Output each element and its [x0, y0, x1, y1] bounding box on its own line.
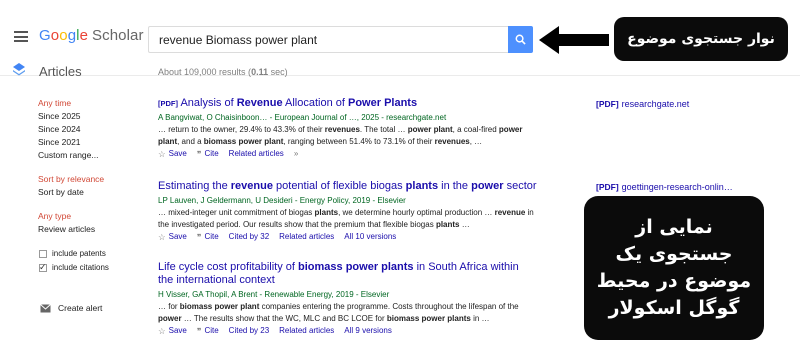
articles-icon: [13, 63, 25, 76]
result-authors: A Bangviwat, O Chaisinboon… - European J…: [158, 113, 447, 122]
callout-scholar-description: نمایی از جستجوی یک موضوع در محیط گوگل اس…: [584, 196, 764, 340]
search-button[interactable]: [508, 26, 533, 53]
include-patents-checkbox[interactable]: include patents: [39, 247, 148, 261]
result-actions: ☆ Save ❞ Cite Cited by 32 Related articles…: [158, 231, 538, 243]
search-input[interactable]: [149, 27, 508, 52]
top-bar: GoogleScholar نوار جستجوی موضوع: [0, 0, 800, 76]
result-actions: ☆ Save ❞ Cite Cited by 23 Related articles…: [158, 325, 533, 337]
star-icon: ☆: [158, 232, 166, 242]
cited-by-link[interactable]: Cited by 32: [229, 231, 269, 243]
quote-icon: ❞: [196, 149, 202, 159]
search-result: Estimating the revenue potential of flex…: [158, 180, 538, 243]
result-title-link[interactable]: Life cycle cost profitability of biomass…: [158, 261, 533, 287]
cite-button[interactable]: ❞ Cite: [197, 325, 219, 337]
result-snippet: … mixed-integer unit commitment of bioga…: [158, 208, 534, 229]
search-result: [PDF] Analysis of Revenue Allocation of …: [158, 97, 538, 160]
side-pdf-link[interactable]: [PDF] goettingen-research-onlin…: [596, 182, 733, 192]
mail-icon: [40, 303, 51, 312]
menu-icon[interactable]: [14, 31, 28, 42]
cite-button[interactable]: ❞ Cite: [197, 148, 219, 160]
result-authors: LP Lauven, J Geldermann, U Desideri - En…: [158, 196, 406, 205]
result-actions: ☆ Save ❞ Cite Related articles »: [158, 148, 538, 160]
star-icon: ☆: [158, 149, 166, 159]
quote-icon: ❞: [196, 326, 202, 336]
result-title-link[interactable]: [PDF] Analysis of Revenue Allocation of …: [158, 97, 538, 110]
cite-button[interactable]: ❞ Cite: [197, 231, 219, 243]
filter-any-time[interactable]: Any time: [38, 97, 148, 110]
pdf-tag: [PDF]: [158, 99, 178, 108]
result-snippet: … return to the owner, 29.4% to 43.3% of…: [158, 125, 523, 146]
result-count: About 109,000 results (0.11 sec): [158, 67, 288, 77]
filter-custom-range[interactable]: Custom range...: [38, 149, 148, 162]
filter-any-type[interactable]: Any type: [38, 210, 148, 223]
save-button[interactable]: ☆ Save: [158, 325, 187, 337]
search-box: [148, 26, 508, 53]
related-articles-link[interactable]: Related articles: [279, 231, 334, 243]
filter-since-2024[interactable]: Since 2024: [38, 123, 148, 136]
result-title-link[interactable]: Estimating the revenue potential of flex…: [158, 180, 538, 193]
side-pdf-link[interactable]: [PDF] researchgate.net: [596, 99, 689, 109]
checkbox-checked-icon: [39, 260, 47, 274]
sort-by-relevance[interactable]: Sort by relevance: [38, 173, 148, 186]
related-articles-link[interactable]: Related articles: [279, 325, 334, 337]
create-alert-button[interactable]: Create alert: [40, 303, 102, 313]
save-button[interactable]: ☆ Save: [158, 148, 187, 160]
more-icon[interactable]: »: [294, 148, 298, 160]
arrow-left-icon: [539, 26, 609, 54]
search-result: Life cycle cost profitability of biomass…: [158, 261, 533, 337]
search-icon: [515, 34, 526, 45]
callout-search-bar: نوار جستجوی موضوع: [614, 17, 788, 61]
sort-by-date[interactable]: Sort by date: [38, 186, 148, 199]
quote-icon: ❞: [196, 232, 202, 242]
star-icon: ☆: [158, 326, 166, 336]
google-scholar-logo[interactable]: Google Scholar: [39, 27, 144, 44]
save-button[interactable]: ☆ Save: [158, 231, 187, 243]
all-versions-link[interactable]: All 9 versions: [344, 325, 392, 337]
filter-since-2021[interactable]: Since 2021: [38, 136, 148, 149]
filter-review-articles[interactable]: Review articles: [38, 223, 148, 236]
related-articles-link[interactable]: Related articles: [229, 148, 284, 160]
checkbox-icon: [39, 250, 47, 258]
result-authors: H Visser, GA Thopil, A Brent - Renewable…: [158, 290, 390, 299]
filter-sidebar: Any time Since 2025 Since 2024 Since 202…: [38, 97, 148, 275]
section-title: Articles: [39, 64, 82, 79]
include-citations-checkbox[interactable]: include citations: [39, 260, 148, 275]
cited-by-link[interactable]: Cited by 23: [229, 325, 269, 337]
filter-since-2025[interactable]: Since 2025: [38, 110, 148, 123]
all-versions-link[interactable]: All 10 versions: [344, 231, 396, 243]
result-snippet: … for biomass power plant companies ente…: [158, 302, 519, 323]
